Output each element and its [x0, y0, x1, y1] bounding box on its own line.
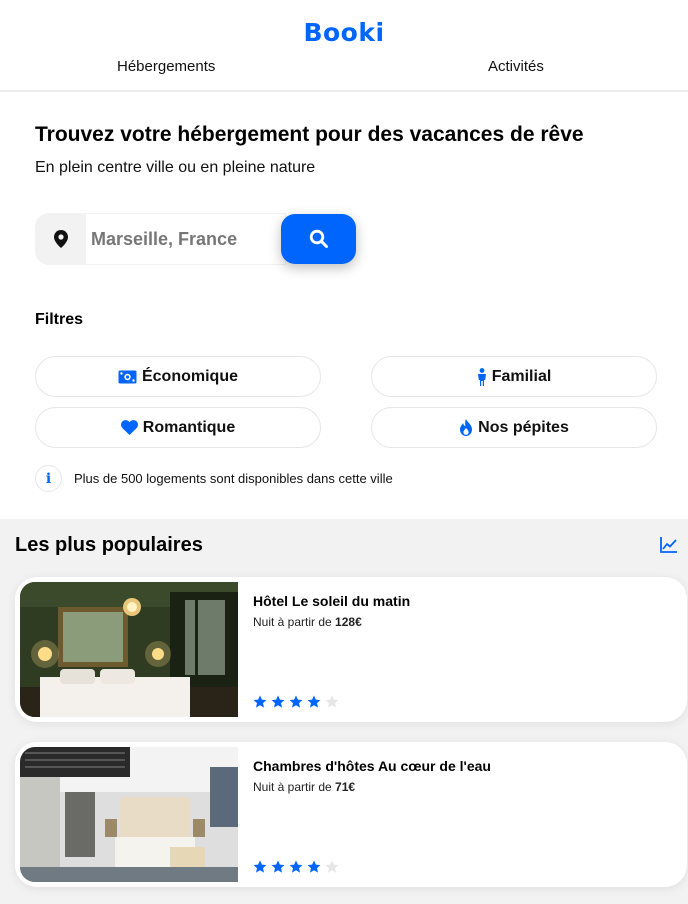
- heart-icon: [120, 420, 138, 435]
- location-pin-icon: [35, 213, 86, 265]
- nav-activites[interactable]: Activités: [488, 58, 544, 75]
- filter-pepites-button[interactable]: Nos pépites: [371, 407, 657, 448]
- star-filled-icon: [307, 695, 321, 708]
- star-filled-icon: [307, 860, 321, 873]
- filter-romantique-button[interactable]: Romantique: [35, 407, 321, 448]
- site-header: Booki Hébergements Activités: [0, 0, 688, 92]
- filter-label: Romantique: [142, 418, 236, 436]
- filter-familial-button[interactable]: Familial: [371, 356, 657, 397]
- booki-logo[interactable]: Booki: [0, 18, 688, 47]
- nav-hebergements[interactable]: Hébergements: [117, 58, 215, 75]
- filters-title: Filtres: [35, 311, 84, 328]
- search-button[interactable]: [281, 214, 356, 264]
- money-icon: [118, 370, 137, 383]
- filter-label: Nos pépites: [478, 418, 569, 436]
- info-text: Plus de 500 logements sont disponibles d…: [74, 471, 393, 486]
- hotel-name[interactable]: Chambres d'hôtes Au cœur de l'eau: [253, 758, 491, 774]
- popular-title: Les plus populaires: [15, 534, 203, 556]
- page-subtitle: En plein centre ville ou en pleine natur…: [35, 159, 316, 176]
- popular-section: Les plus populaires Hôtel Le soleil du m…: [0, 519, 688, 904]
- rating-stars: [253, 860, 339, 873]
- filter-label: Familial: [491, 367, 552, 385]
- price-prefix: Nuit à partir de: [253, 780, 336, 794]
- hotel-name[interactable]: Hôtel Le soleil du matin: [253, 593, 410, 609]
- search-input[interactable]: [86, 213, 286, 265]
- info-row: i Plus de 500 logements sont disponibles…: [35, 465, 393, 492]
- search-icon: [309, 229, 328, 248]
- star-filled-icon: [271, 860, 285, 873]
- hotel-image: [20, 747, 238, 882]
- star-filled-icon: [253, 695, 267, 708]
- chart-line-icon[interactable]: [660, 537, 678, 553]
- star-empty-icon: [325, 695, 339, 708]
- info-icon: i: [35, 465, 62, 492]
- page-title: Trouvez votre hébergement pour des vacan…: [35, 123, 584, 146]
- star-empty-icon: [325, 860, 339, 873]
- hotel-price: Nuit à partir de 128€: [253, 615, 362, 629]
- hotel-price: Nuit à partir de 71€: [253, 780, 355, 794]
- filter-label: Économique: [141, 367, 238, 385]
- search-bar: [35, 213, 356, 265]
- star-filled-icon: [289, 860, 303, 873]
- hotel-card[interactable]: Chambres d'hôtes Au cœur de l'eau Nuit à…: [15, 742, 687, 887]
- person-icon: [477, 367, 486, 386]
- rating-stars: [253, 695, 339, 708]
- star-filled-icon: [253, 860, 267, 873]
- star-filled-icon: [271, 695, 285, 708]
- fire-icon: [460, 419, 473, 436]
- hotel-image: [20, 582, 238, 717]
- hotel-card[interactable]: Hôtel Le soleil du matin Nuit à partir d…: [15, 577, 687, 722]
- price-value: 71€: [335, 780, 356, 794]
- filter-economique-button[interactable]: Économique: [35, 356, 321, 397]
- price-value: 128€: [335, 615, 362, 629]
- price-prefix: Nuit à partir de: [253, 615, 336, 629]
- star-filled-icon: [289, 695, 303, 708]
